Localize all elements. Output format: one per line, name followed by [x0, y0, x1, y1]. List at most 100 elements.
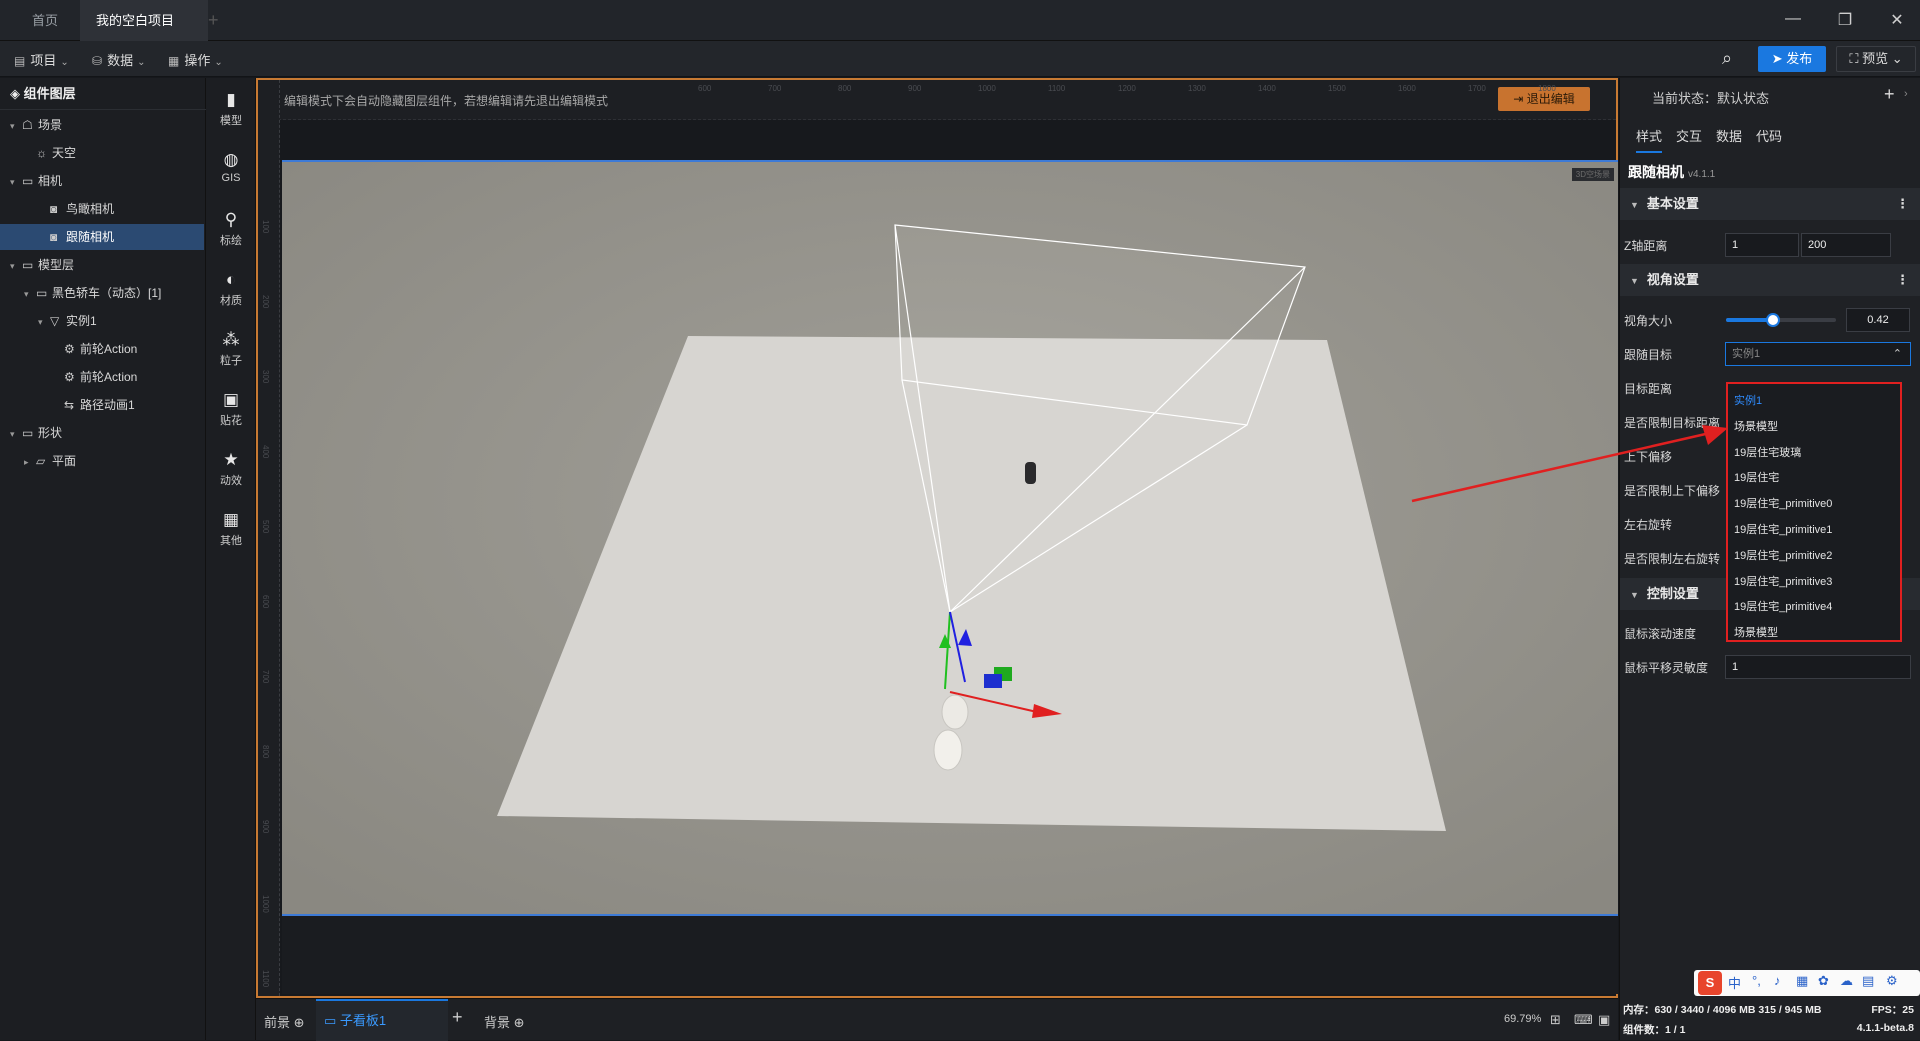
dropdown-option[interactable]: 场景模型	[1734, 624, 1778, 640]
skin-icon[interactable]: ✿	[1818, 973, 1829, 989]
more-icon[interactable]: ⋮	[1896, 188, 1909, 220]
settings-icon[interactable]: ⚙	[1886, 973, 1898, 989]
section-basic[interactable]: ▼ 基本设置 ⋮	[1620, 188, 1920, 220]
component-count: 组件数：1 / 1	[1623, 1024, 1686, 1036]
expand-arrow-icon[interactable]: ▾	[38, 309, 50, 335]
dropdown-option[interactable]: 19层住宅玻璃	[1734, 444, 1801, 460]
keyboard-icon[interactable]: ⌨	[1574, 1012, 1593, 1028]
tool-item[interactable]: ▮ 模型	[206, 90, 256, 128]
search-icon[interactable]: ⌕	[1722, 48, 1732, 69]
layer-item[interactable]: ▾ ▭ 形状	[0, 420, 204, 446]
apps-icon[interactable]: ▤	[1862, 973, 1874, 989]
dropdown-option[interactable]: 19层住宅_primitive1	[1734, 521, 1832, 537]
tool-item[interactable]: ◍ GIS	[206, 150, 256, 184]
layer-item[interactable]: ▾ ☖ 场景	[0, 112, 204, 138]
ruler-tick-label: 1000	[261, 895, 270, 913]
tool-item[interactable]: ★ 动效	[206, 450, 256, 488]
publish-button[interactable]: ➤ 发布	[1758, 46, 1826, 72]
layer-item[interactable]: ▸ ▱ 平面	[0, 448, 204, 474]
foreground-tab[interactable]: 前景 ⊕	[264, 1012, 305, 1031]
3d-viewport[interactable]: 3D空场景	[282, 160, 1618, 916]
layer-item[interactable]: ▾ ▭ 相机	[0, 168, 204, 194]
fps: FPS：25	[1871, 1004, 1914, 1016]
more-icon[interactable]: ⋮	[1896, 264, 1909, 296]
tab-project[interactable]: 我的空白项目	[80, 0, 208, 67]
restore-icon[interactable]: ❐	[1830, 10, 1860, 30]
add-circle-icon[interactable]: ⊕	[294, 1015, 305, 1030]
chevron-right-icon[interactable]: ›	[1904, 88, 1908, 100]
expand-arrow-icon[interactable]: ▾	[10, 169, 22, 195]
layer-item[interactable]: ⇆ 路径动画1	[0, 392, 204, 418]
layer-item[interactable]: ☼ 天空	[0, 140, 204, 166]
z-max-input[interactable]: 200	[1801, 233, 1891, 257]
target-dropdown: 实例1 场景模型 19层住宅玻璃 19层住宅 19层住宅_primitive0 19层住宅…	[1726, 382, 1902, 642]
target-select[interactable]: 实例1 ⌃	[1725, 342, 1911, 366]
board-tab[interactable]: ▭ 子看板1	[316, 999, 448, 1041]
cloud-icon[interactable]: ☁	[1840, 973, 1853, 989]
tool-item[interactable]: ⁂ 粒子	[206, 330, 256, 368]
tool-item[interactable]: ▦ 其他	[206, 510, 256, 548]
layer-item[interactable]: ▾ ▽ 实例1	[0, 308, 204, 334]
dropdown-option[interactable]: 19层住宅_primitive4	[1734, 598, 1832, 614]
dropdown-option[interactable]: 19层住宅_primitive2	[1734, 547, 1832, 563]
ruler-tick-label: 800	[261, 745, 270, 759]
pan-sensitivity-input[interactable]: 1	[1725, 655, 1911, 679]
tab-code[interactable]: 代码	[1756, 126, 1782, 145]
dropdown-option[interactable]: 场景模型	[1734, 418, 1778, 434]
expand-arrow-icon[interactable]: ▾	[10, 421, 22, 447]
menu-data[interactable]: ⛁ 数据 ⌄	[92, 50, 145, 69]
add-board-icon[interactable]: +	[452, 1007, 463, 1028]
punctuation-icon[interactable]: °,	[1752, 973, 1761, 988]
ruler-tick-label: 1600	[1398, 84, 1416, 93]
layer-item[interactable]: ⚙ 前轮Action	[0, 364, 204, 390]
fov-input[interactable]: 0.42	[1846, 308, 1910, 332]
add-state-icon[interactable]: +	[1884, 84, 1895, 105]
dropdown-option[interactable]: 实例1	[1734, 392, 1762, 408]
terminal-icon[interactable]: ▣	[1598, 1012, 1610, 1028]
component-toolbox: ▮ 模型 ◍ GIS ⚲ 标绘 ◐ 材质 ⁂ 粒子 ▣ 贴花 ★ 动效 ▦ 其他	[206, 78, 256, 1040]
keyboard-icon[interactable]: ▦	[1796, 973, 1808, 989]
layer-type-icon: ◙	[50, 230, 58, 244]
layer-item[interactable]: ⚙ 前轮Action	[0, 336, 204, 362]
add-circle-icon[interactable]: ⊕	[514, 1015, 525, 1030]
expand-arrow-icon[interactable]: ▾	[10, 253, 22, 279]
add-tab-icon[interactable]: +	[208, 10, 219, 31]
background-tab[interactable]: 背景 ⊕	[484, 1012, 525, 1031]
preview-button[interactable]: ⛶ 预览 ⌄	[1836, 46, 1916, 72]
ime-lang[interactable]: 中	[1728, 973, 1741, 992]
expand-arrow-icon[interactable]: ▸	[24, 449, 36, 475]
layer-item[interactable]: ▾ ▭ 黑色轿车（动态）[1]	[0, 280, 204, 306]
tab-style[interactable]: 样式	[1636, 126, 1663, 153]
close-icon[interactable]: ✕	[1882, 10, 1912, 30]
tool-icon: ◍	[223, 150, 239, 169]
zoom-level[interactable]: 69.79%	[1504, 1013, 1541, 1025]
dropdown-option[interactable]: 19层住宅_primitive3	[1734, 573, 1832, 589]
tool-item[interactable]: ⚲ 标绘	[206, 210, 256, 248]
microphone-icon[interactable]: ♪	[1774, 973, 1781, 988]
menu-operate[interactable]: ▦ 操作 ⌄	[168, 50, 223, 69]
layer-item[interactable]: ◙ 跟随相机	[0, 224, 204, 250]
dropdown-option[interactable]: 19层住宅_primitive0	[1734, 495, 1832, 511]
ime-logo[interactable]: S	[1698, 971, 1722, 995]
section-view[interactable]: ▼ 视角设置 ⋮	[1620, 264, 1920, 296]
car-model[interactable]	[1025, 462, 1036, 484]
tool-item[interactable]: ◐ 材质	[206, 270, 256, 308]
tool-item[interactable]: ▣ 贴花	[206, 390, 256, 428]
tab-interaction[interactable]: 交互	[1676, 126, 1702, 145]
expand-arrow-icon[interactable]: ▾	[10, 113, 22, 139]
tab-data[interactable]: 数据	[1716, 126, 1742, 145]
expand-arrow-icon[interactable]: ▾	[24, 281, 36, 307]
layer-type-icon: ☼	[36, 146, 47, 160]
fit-screen-icon[interactable]: ⊞	[1550, 1012, 1561, 1028]
menu-project[interactable]: ▤ 项目 ⌄	[14, 50, 69, 69]
ruler-tick-label: 1500	[1328, 84, 1346, 93]
fov-slider-handle[interactable]	[1766, 313, 1781, 327]
layer-item[interactable]: ▾ ▭ 模型层	[0, 252, 204, 278]
z-min-input[interactable]: 1	[1725, 233, 1799, 257]
minimize-icon[interactable]: —	[1778, 10, 1808, 28]
tool-label: 粒子	[220, 355, 242, 367]
tab-home[interactable]: 首页	[16, 0, 74, 41]
chevron-up-icon: ⌃	[1892, 348, 1902, 360]
layer-item[interactable]: ◙ 鸟瞰相机	[0, 196, 204, 222]
dropdown-option[interactable]: 19层住宅	[1734, 469, 1779, 485]
